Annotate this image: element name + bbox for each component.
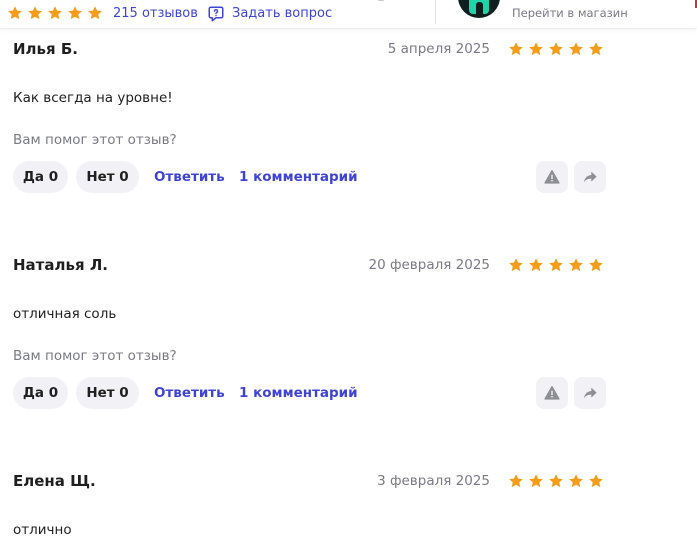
reply-button[interactable]: Ответить	[154, 161, 225, 193]
review-rating-stars	[508, 257, 604, 273]
report-button[interactable]	[536, 161, 568, 193]
review-rating-stars	[508, 473, 604, 489]
review-text: отлично	[13, 522, 72, 538]
star-icon	[588, 257, 604, 273]
store-logo[interactable]	[458, 0, 500, 18]
star-icon	[548, 41, 564, 57]
header-divider	[435, 0, 436, 24]
vote-yes-button[interactable]: Да 0	[13, 377, 68, 409]
review-rating-stars	[508, 41, 604, 57]
star-icon	[588, 473, 604, 489]
star-icon	[47, 5, 63, 21]
header-rating-stars	[7, 5, 103, 23]
share-button[interactable]	[574, 377, 606, 409]
star-icon	[588, 41, 604, 57]
vote-yes-button[interactable]: Да 0	[13, 161, 68, 193]
ask-question-link[interactable]: Задать вопрос	[232, 6, 332, 22]
star-icon	[568, 41, 584, 57]
star-icon	[568, 257, 584, 273]
review-date: 3 февраля 2025	[377, 473, 490, 489]
review-date: 5 апреля 2025	[387, 41, 490, 57]
star-icon	[67, 5, 83, 21]
review-author: Наталья Л.	[13, 256, 108, 274]
review-text: Как всегда на уровне!	[13, 90, 173, 106]
review-author: Илья Б.	[13, 40, 79, 58]
star-icon	[548, 473, 564, 489]
star-icon	[508, 41, 524, 57]
share-arrow-icon	[584, 171, 597, 183]
product-sticky-header: 215 отзывов Задать вопрос Перейти в мага…	[0, 0, 697, 29]
review-author: Елена Щ.	[13, 472, 96, 490]
star-icon	[528, 473, 544, 489]
reply-button[interactable]: Ответить	[154, 377, 225, 409]
warning-icon	[544, 170, 560, 184]
review-text: отличная соль	[13, 306, 117, 322]
go-to-store-link[interactable]: Перейти в магазин	[512, 6, 628, 20]
comments-link[interactable]: 1 комментарий	[239, 377, 358, 409]
chat-question-icon[interactable]	[207, 5, 225, 23]
vote-no-button[interactable]: Нет 0	[76, 377, 139, 409]
vote-no-button[interactable]: Нет 0	[76, 161, 139, 193]
helpful-prompt: Вам помог этот отзыв?	[13, 132, 177, 148]
star-icon	[528, 257, 544, 273]
reviews-count-link[interactable]: 215 отзывов	[113, 6, 198, 22]
share-button[interactable]	[574, 161, 606, 193]
review-date: 20 февраля 2025	[368, 257, 490, 273]
star-icon	[568, 473, 584, 489]
star-icon	[528, 41, 544, 57]
star-icon	[548, 257, 564, 273]
report-button[interactable]	[536, 377, 568, 409]
helpful-prompt: Вам помог этот отзыв?	[13, 348, 177, 364]
star-icon	[87, 5, 103, 21]
star-icon	[508, 257, 524, 273]
star-icon	[7, 5, 23, 21]
warning-icon	[544, 386, 560, 400]
cropped-divider	[378, 0, 384, 1]
star-icon	[27, 5, 43, 21]
star-icon	[508, 473, 524, 489]
share-arrow-icon	[584, 387, 597, 399]
comments-link[interactable]: 1 комментарий	[239, 161, 358, 193]
